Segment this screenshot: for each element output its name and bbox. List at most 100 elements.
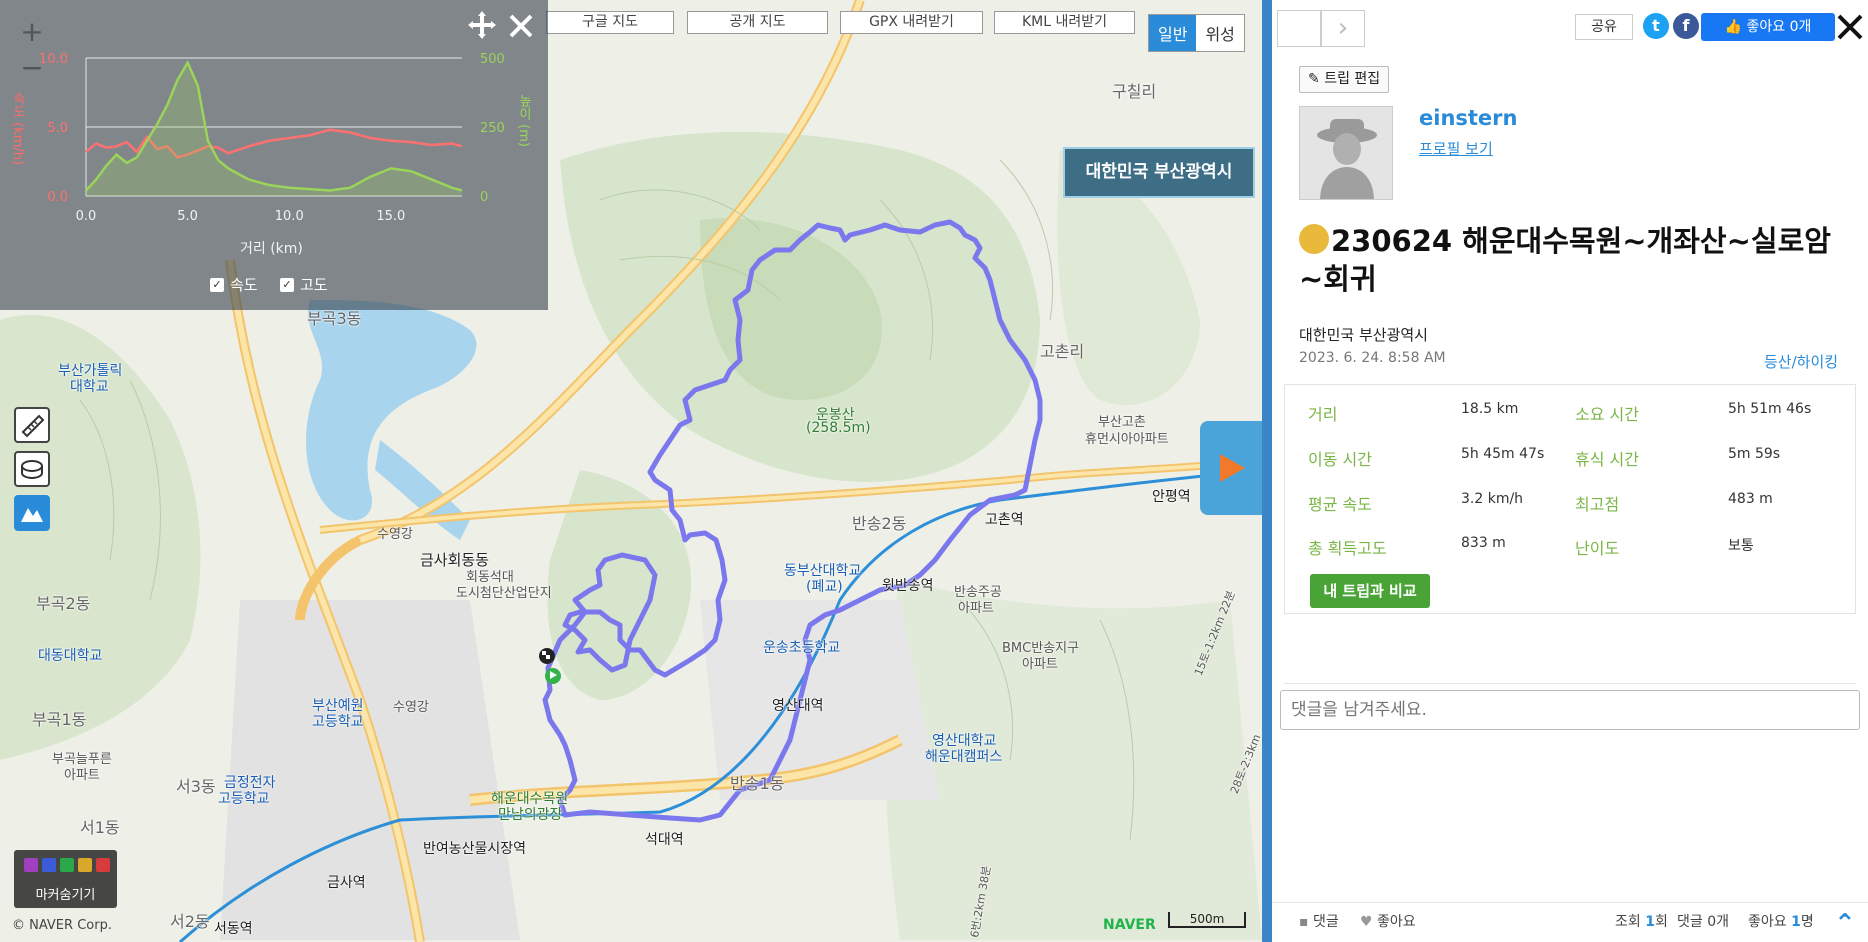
compare-trip-button[interactable]: 내 트립과 비교 [1310,574,1430,608]
legend-altitude[interactable]: ✓ 고도 [280,274,328,295]
medal-icon [1299,224,1329,254]
close-chart-icon[interactable] [508,13,534,39]
like-button[interactable]: ♥ 좋아요 [1360,911,1416,931]
facebook-like-label: 좋아요 0개 [1746,19,1812,35]
flag-marker-icon [60,858,74,872]
trip-detail-panel: › 공유 t f 👍 좋아요 0개 ✎ 트립 편집 einstern 프로필 보… [1272,0,1868,942]
view-count: 조회 1회 [1615,911,1668,931]
map-label: 아파트 [1022,657,1058,672]
legend-altitude-label: 고도 [300,276,328,294]
area-measure-icon[interactable] [14,451,50,487]
like-count-unit: 명 [1800,914,1814,930]
stat-value: 483 m [1728,491,1773,507]
like-button-label: 좋아요 [1377,914,1416,930]
trip-category[interactable]: 등산/하이킹 [1764,351,1838,372]
move-icon[interactable] [465,10,499,40]
map-label: 석대역 [645,832,684,848]
map-label: 대학교 [70,379,109,395]
checkbox-icon[interactable]: ✓ [210,277,224,292]
map-label: 만남의광장 [498,807,563,823]
google-map-button[interactable]: 구글 지도 [546,11,674,34]
map-type-toggle[interactable]: 일반 위성 [1148,14,1245,52]
play-button[interactable] [1200,421,1262,515]
map-view[interactable]: 구칠리 고촌리 운봉산 (258.5m) 반송2동 고촌역 안평역 부산고촌 휴… [0,0,1262,942]
facebook-like-button[interactable]: 👍 좋아요 0개 [1701,13,1835,41]
elevation-chart-panel[interactable]: + − 속도 (km/h) 높이 (m) 0.0 5.0 10.0 0 250 500 0.… [0,0,548,310]
stat-label: 총 획득고도 [1308,539,1387,558]
stat-label: 휴식 시간 [1575,450,1639,469]
map-scale: 500m [1168,912,1246,928]
map-label: 수영강 [377,527,413,542]
map-label: 부곡1동 [32,710,87,729]
comment-count-value: 0개 [1707,914,1730,930]
panel-divider[interactable] [1262,0,1272,942]
comment-input[interactable] [1280,690,1860,730]
comment-count: 댓글 0개 [1677,911,1729,931]
pin-marker-icon [96,858,110,872]
map-label: (258.5m) [806,420,871,436]
facebook-icon[interactable]: f [1673,13,1699,39]
ruler-icon[interactable] [14,407,50,443]
map-label: 고등학교 [218,791,270,807]
note-marker-icon [78,858,92,872]
checkbox-icon[interactable]: ✓ [280,277,294,292]
map-label: 영산대역 [772,698,824,714]
chart-y-left-tick: 5.0 [47,121,68,136]
map-label: 고촌리 [1040,342,1085,361]
share-button[interactable]: 공유 [1575,14,1633,40]
map-label: 서동역 [214,921,253,937]
stat-label: 소요 시간 [1575,405,1639,424]
map-label: 도시첨단산업단지 [456,586,552,601]
map-label: 운송초등학교 [763,640,841,656]
map-label: 수영강 [393,700,429,715]
map-label: 윗반송역 [882,578,934,594]
pencil-icon: ✎ [1308,71,1320,87]
edit-trip-button[interactable]: ✎ 트립 편집 [1299,66,1390,93]
map-type-satellite[interactable]: 위성 [1196,15,1243,51]
kml-download-button[interactable]: KML 내려받기 [994,11,1135,34]
map-label: 부곡2동 [36,594,91,613]
chart-x-tick: 0.0 [76,209,97,224]
comment-icon: ▪ [1299,914,1309,930]
terrain-icon[interactable] [14,495,50,531]
stat-label: 평균 속도 [1308,495,1372,514]
chart-y-right-tick: 500 [480,52,505,67]
trip-title-text: 230624 해운대수목원~개좌산~실로암~회귀 [1299,224,1831,296]
chart-area-altitude [86,62,462,196]
stat-value: 5h 45m 47s [1461,446,1545,462]
map-label: 휴먼시아아파트 [1085,432,1169,447]
prev-trip-button[interactable] [1277,10,1321,47]
stat-value: 보통 [1728,538,1754,554]
map-label: 서1동 [80,818,120,837]
location-box: 대한민국 부산광역시 [1063,147,1255,198]
public-map-button[interactable]: 공개 지도 [687,11,828,34]
map-label: 금사역 [327,875,366,891]
map-label: 고촌역 [985,512,1024,528]
marker-icons [24,858,110,872]
scroll-top-icon[interactable]: ⌃ [1834,909,1856,939]
avatar[interactable] [1299,106,1393,200]
stat-value: 5m 59s [1728,446,1781,462]
chart-x-label: 거리 (km) [240,241,303,257]
twitter-icon[interactable]: t [1643,13,1669,39]
legend-speed[interactable]: ✓ 속도 [210,274,258,295]
next-trip-button[interactable]: › [1321,10,1365,47]
close-icon[interactable] [1835,12,1865,42]
stat-value: 833 m [1461,535,1506,551]
map-type-normal[interactable]: 일반 [1149,15,1197,51]
video-marker-icon [42,858,56,872]
stat-value: 5h 51m 46s [1728,401,1812,417]
map-label: 아파트 [958,601,994,616]
trip-location: 대한민국 부산광역시 [1299,326,1428,344]
username[interactable]: einstern [1419,106,1517,130]
comment-button[interactable]: ▪ 댓글 [1299,911,1339,931]
finish-flag-marker [539,648,555,664]
chart-y-right-tick: 0 [480,190,488,205]
edit-trip-label: 트립 편집 [1324,71,1381,87]
comment-count-label: 댓글 [1677,914,1703,930]
stat-label: 거리 [1308,405,1338,424]
gpx-download-button[interactable]: GPX 내려받기 [840,11,983,34]
marker-toggle-button[interactable]: 마커숨기기 [14,850,117,908]
map-label: 구칠리 [1112,82,1157,101]
profile-link[interactable]: 프로필 보기 [1419,138,1493,159]
